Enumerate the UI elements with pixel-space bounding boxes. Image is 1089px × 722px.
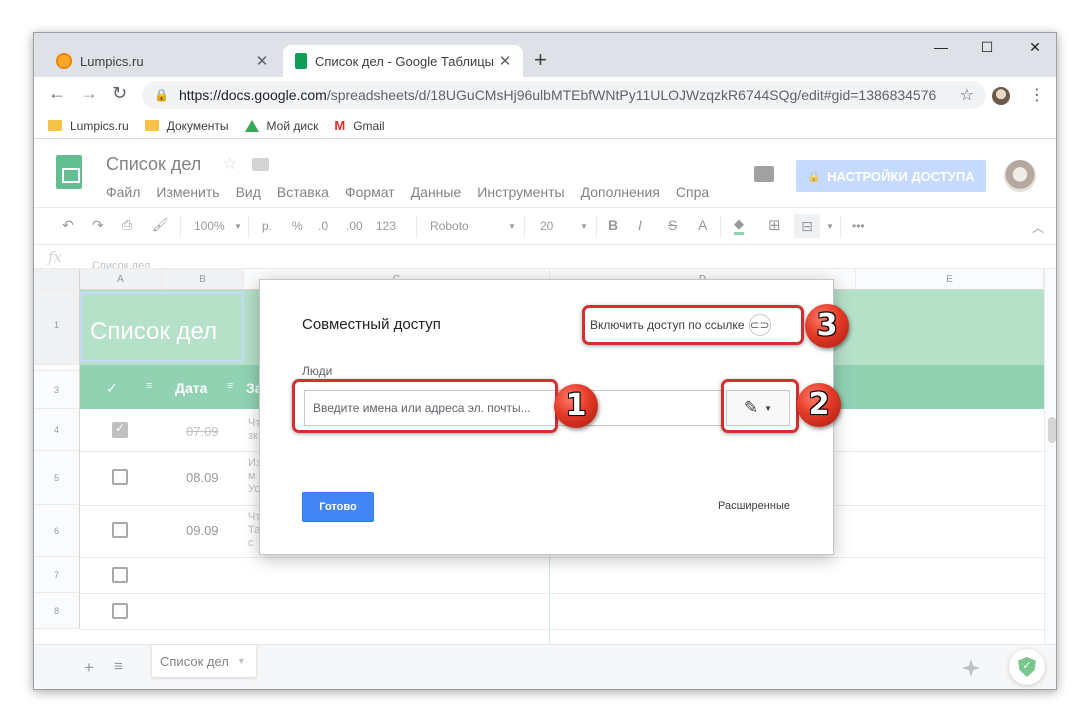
lumpics-favicon-icon: [56, 53, 72, 69]
minimize-button[interactable]: —: [926, 39, 956, 55]
dialog-title: Совместный доступ: [302, 316, 441, 333]
new-tab-button[interactable]: +: [534, 47, 547, 73]
browser-toolbar: ← → ↻ 🔒 https://docs.google.com/spreadsh…: [34, 77, 1056, 113]
sheets-favicon-icon: [295, 53, 307, 69]
lock-icon: 🔒: [154, 88, 169, 102]
profile-avatar[interactable]: [992, 87, 1010, 105]
url-path: /spreadsheets/d/18UGuCMsHj96ulbMTEbfWNtP…: [326, 87, 937, 103]
done-button[interactable]: Готово: [302, 492, 374, 522]
url-host: https://docs.google.com: [178, 87, 327, 103]
url-text: https://docs.google.com/spreadsheets/d/1…: [179, 87, 960, 103]
drive-icon: [244, 119, 259, 132]
callout-badge-1: 1: [554, 384, 598, 428]
back-icon[interactable]: ←: [48, 83, 66, 104]
reload-icon[interactable]: ↻: [112, 83, 127, 104]
bookmarks-bar: Lumpics.ru Документы Мой диск M Gmail: [34, 113, 1056, 139]
callout-badge-3: 3: [805, 304, 849, 348]
maximize-button[interactable]: ☐: [972, 39, 1002, 56]
folder-icon: [48, 120, 62, 131]
tab-title: Lumpics.ru: [80, 53, 144, 69]
people-label: Люди: [302, 364, 333, 378]
callout-box-link: [582, 305, 804, 345]
callout-badge-2: 2: [797, 383, 841, 427]
tab-lumpics[interactable]: Lumpics.ru ✕: [44, 45, 280, 77]
tab-title: Список дел - Google Таблицы: [315, 53, 495, 69]
bookmark-label: Lumpics.ru: [70, 118, 129, 133]
forward-icon[interactable]: →: [80, 83, 98, 104]
tab-close-icon[interactable]: ✕: [495, 52, 515, 70]
chrome-menu-icon[interactable]: ⋮: [1029, 85, 1045, 105]
advanced-link[interactable]: Расширенные: [718, 500, 790, 512]
bookmark-label: Gmail: [353, 118, 385, 133]
bookmark-drive[interactable]: Мой диск: [244, 118, 319, 133]
bookmark-gmail[interactable]: M Gmail: [334, 118, 384, 133]
bookmark-lumpics[interactable]: Lumpics.ru: [48, 119, 129, 133]
browser-window: Lumpics.ru ✕ Список дел - Google Таблицы…: [33, 32, 1057, 690]
callout-box-permission: [721, 379, 799, 433]
gmail-icon: M: [334, 118, 346, 133]
address-bar[interactable]: 🔒 https://docs.google.com/spreadsheets/d…: [142, 81, 986, 109]
bookmark-label: Документы: [166, 118, 229, 133]
bookmark-documents[interactable]: Документы: [144, 118, 229, 133]
tab-sheets[interactable]: Список дел - Google Таблицы ✕: [283, 45, 523, 77]
folder-icon: [144, 120, 159, 131]
bookmark-star-icon[interactable]: ☆: [960, 85, 974, 105]
bookmark-label: Мой диск: [266, 118, 319, 133]
tab-strip: Lumpics.ru ✕ Список дел - Google Таблицы…: [34, 33, 1056, 77]
close-window-button[interactable]: ✕: [1020, 39, 1050, 56]
tab-close-icon[interactable]: ✕: [252, 52, 272, 70]
callout-box-email: [292, 379, 558, 433]
